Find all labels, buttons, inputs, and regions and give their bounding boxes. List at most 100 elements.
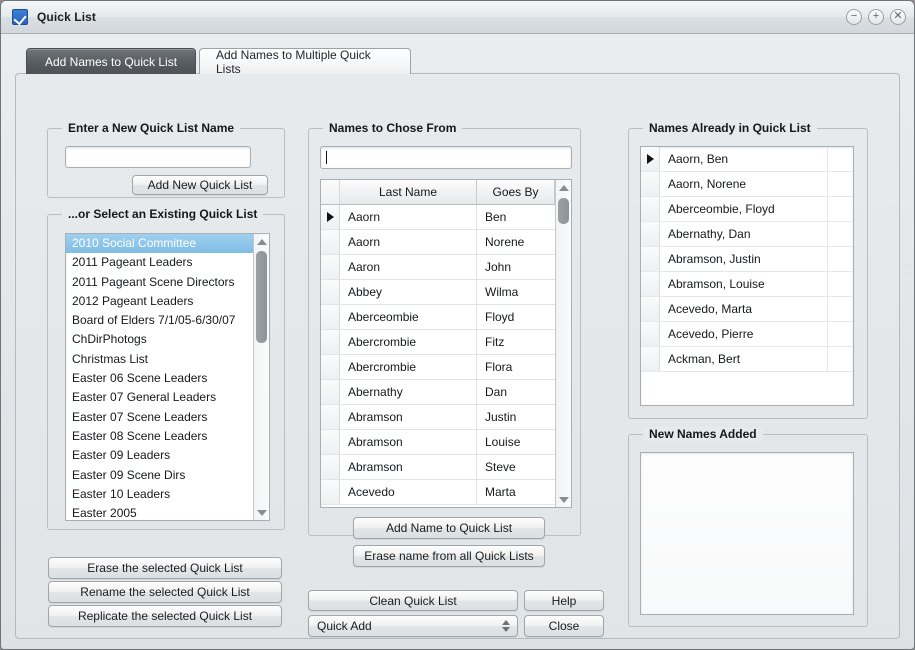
cell-goes-by: Justin bbox=[485, 410, 517, 424]
scroll-thumb[interactable] bbox=[256, 251, 267, 343]
row-selector[interactable] bbox=[641, 172, 660, 196]
row-selector[interactable] bbox=[641, 322, 660, 346]
scroll-up-icon[interactable] bbox=[254, 234, 269, 249]
row-selector[interactable] bbox=[321, 305, 340, 329]
table-row[interactable]: Abercrombie Fitz bbox=[321, 330, 555, 355]
row-selector[interactable] bbox=[321, 280, 340, 304]
list-item[interactable]: Easter 08 Scene Leaders bbox=[66, 427, 253, 446]
list-item[interactable]: Easter 10 Leaders bbox=[66, 485, 253, 504]
list-item[interactable]: 2011 Pageant Scene Directors bbox=[66, 273, 253, 292]
rename-selected-quick-list-button[interactable]: Rename the selected Quick List bbox=[48, 581, 282, 603]
row-selector[interactable] bbox=[321, 355, 340, 379]
row-selector[interactable] bbox=[321, 230, 340, 254]
close-button[interactable]: Close bbox=[524, 615, 604, 637]
existing-quick-list-listbox[interactable]: 2010 Social Committee 2011 Pageant Leade… bbox=[65, 233, 270, 521]
cell-last-name: Abernathy bbox=[340, 380, 477, 404]
replicate-selected-quick-list-button[interactable]: Replicate the selected Quick List bbox=[48, 605, 282, 627]
clean-quick-list-button[interactable]: Clean Quick List bbox=[308, 590, 518, 611]
list-item[interactable]: ChDirPhotogs bbox=[66, 330, 253, 349]
row-selector[interactable] bbox=[641, 297, 660, 321]
list-item[interactable]: Easter 06 Scene Leaders bbox=[66, 369, 253, 388]
new-quick-list-name-input[interactable] bbox=[65, 146, 251, 168]
table-row[interactable]: Abernathy Dan bbox=[321, 380, 555, 405]
row-selector[interactable] bbox=[321, 205, 340, 229]
list-item[interactable]: Easter 07 General Leaders bbox=[66, 388, 253, 407]
names-grid[interactable]: Last Name Goes By Aaorn Ben Aaorn Norene bbox=[320, 179, 572, 508]
existing-list-scrollbar[interactable] bbox=[253, 234, 269, 520]
names-grid-scrollbar[interactable] bbox=[555, 180, 571, 507]
table-row[interactable]: Aaorn Ben bbox=[321, 205, 555, 230]
scroll-down-icon[interactable] bbox=[254, 505, 269, 520]
row-selector[interactable] bbox=[321, 330, 340, 354]
name-label: Aaorn, Ben bbox=[668, 152, 729, 166]
list-item[interactable]: Easter 09 Scene Dirs bbox=[66, 466, 253, 485]
list-item[interactable]: Easter 09 Leaders bbox=[66, 446, 253, 465]
list-item[interactable]: Aberceombie, Floyd bbox=[641, 197, 853, 222]
close-icon[interactable]: ✕ bbox=[890, 9, 906, 25]
list-item[interactable]: Abernathy, Dan bbox=[641, 222, 853, 247]
name-search-input[interactable] bbox=[320, 146, 572, 169]
cell-last-name: Aberceombie bbox=[340, 305, 477, 329]
row-selector[interactable] bbox=[641, 222, 660, 246]
row-selector[interactable] bbox=[321, 405, 340, 429]
row-selector[interactable] bbox=[321, 480, 340, 504]
help-button[interactable]: Help bbox=[524, 590, 604, 611]
list-item[interactable]: Easter 2005 bbox=[66, 504, 253, 520]
list-item[interactable]: Abramson, Louise bbox=[641, 272, 853, 297]
new-names-added-list[interactable] bbox=[640, 452, 854, 615]
erase-name-from-all-quick-lists-button[interactable]: Erase name from all Quick Lists bbox=[353, 545, 545, 567]
quick-add-dropdown[interactable]: Quick Add bbox=[308, 615, 518, 637]
list-item[interactable]: Aaorn, Norene bbox=[641, 172, 853, 197]
table-row[interactable]: Abramson Louise bbox=[321, 430, 555, 455]
list-item[interactable]: Easter 07 Scene Leaders bbox=[66, 408, 253, 427]
add-new-quick-list-button[interactable]: Add New Quick List bbox=[132, 175, 268, 195]
list-item[interactable]: Aaorn, Ben bbox=[641, 147, 853, 172]
names-already-list[interactable]: Aaorn, Ben Aaorn, Norene Aberceombie, Fl… bbox=[640, 146, 854, 406]
add-name-to-quick-list-button[interactable]: Add Name to Quick List bbox=[353, 517, 545, 539]
name-label: Acevedo, Pierre bbox=[668, 327, 754, 341]
list-item[interactable]: 2011 Pageant Leaders bbox=[66, 253, 253, 272]
erase-selected-quick-list-button[interactable]: Erase the selected Quick List bbox=[48, 557, 282, 579]
column-header-goes-by[interactable]: Goes By bbox=[477, 180, 555, 204]
cell-goes-by: Floyd bbox=[485, 310, 515, 324]
table-row[interactable]: Abramson Justin bbox=[321, 405, 555, 430]
table-row[interactable]: Abercrombie Flora bbox=[321, 355, 555, 380]
table-row[interactable]: Abbey Wilma bbox=[321, 280, 555, 305]
row-selector[interactable] bbox=[641, 147, 660, 171]
column-header-last-name[interactable]: Last Name bbox=[340, 180, 477, 204]
list-item[interactable]: 2012 Pageant Leaders bbox=[66, 292, 253, 311]
tab-add-names-to-quick-list[interactable]: Add Names to Quick List bbox=[26, 48, 196, 74]
list-item[interactable]: Board of Elders 7/1/05-6/30/07 bbox=[66, 311, 253, 330]
cell-last-name: Aaron bbox=[340, 255, 477, 279]
list-item[interactable]: Acevedo, Marta bbox=[641, 297, 853, 322]
scroll-down-icon[interactable] bbox=[556, 492, 571, 507]
list-item[interactable]: Acevedo, Pierre bbox=[641, 322, 853, 347]
minimize-icon[interactable]: − bbox=[846, 9, 862, 25]
tab-add-names-to-multiple-quick-lists[interactable]: Add Names to Multiple Quick Lists bbox=[199, 48, 411, 76]
name-label: Abramson, Louise bbox=[668, 277, 765, 291]
row-selector[interactable] bbox=[321, 430, 340, 454]
row-selector[interactable] bbox=[321, 380, 340, 404]
scroll-up-icon[interactable] bbox=[556, 180, 571, 195]
row-selector[interactable] bbox=[641, 197, 660, 221]
existing-quick-list-group-label: ...or Select an Existing Quick List bbox=[62, 207, 264, 221]
table-row[interactable]: Aaorn Norene bbox=[321, 230, 555, 255]
table-row[interactable]: Acevedo Marta bbox=[321, 480, 555, 505]
row-selector[interactable] bbox=[321, 455, 340, 479]
row-tail-cell bbox=[827, 222, 853, 246]
list-item[interactable]: Ackman, Bert bbox=[641, 347, 853, 372]
table-row[interactable]: Aberceombie Floyd bbox=[321, 305, 555, 330]
stepper-arrows-icon[interactable] bbox=[502, 620, 510, 632]
scroll-thumb[interactable] bbox=[558, 198, 569, 224]
row-selector[interactable] bbox=[641, 272, 660, 296]
table-row[interactable]: Abramson Steve bbox=[321, 455, 555, 480]
list-item[interactable]: Christmas List bbox=[66, 350, 253, 369]
row-selector[interactable] bbox=[321, 255, 340, 279]
row-selector[interactable] bbox=[641, 247, 660, 271]
maximize-icon[interactable]: + bbox=[868, 9, 884, 25]
table-row[interactable]: Aaron John bbox=[321, 255, 555, 280]
list-item[interactable]: 2010 Social Committee bbox=[66, 234, 253, 254]
row-selector[interactable] bbox=[641, 347, 660, 371]
list-item[interactable]: Abramson, Justin bbox=[641, 247, 853, 272]
tab-strip: Add Names to Quick List Add Names to Mul… bbox=[26, 48, 900, 76]
